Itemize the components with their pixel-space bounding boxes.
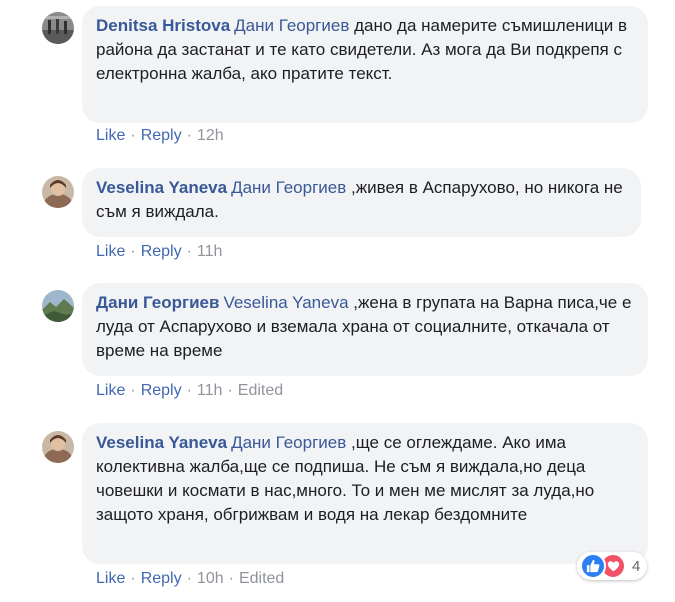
reply-button[interactable]: Reply [141,382,182,399]
timestamp[interactable]: 11h [197,382,223,399]
comment-author[interactable]: Veselina Yaneva [96,178,227,197]
like-button[interactable]: Like [96,127,125,144]
separator: · [186,382,192,399]
comment-bubble: Дани Георгиев Veselina Yaneva ,жена в гру… [82,283,648,376]
timestamp[interactable]: 11h [197,243,223,260]
separator: · [227,382,233,399]
timestamp[interactable]: 10h [197,570,224,587]
like-icon [580,553,606,579]
separator: · [186,570,192,587]
separator: · [130,127,136,144]
separator: · [186,127,192,144]
avatar[interactable] [42,176,74,208]
mention-link[interactable]: Дани Георгиев [231,178,346,197]
mention-link[interactable]: Дани Георгиев [234,16,349,35]
separator: · [130,570,136,587]
separator: · [130,382,136,399]
mention-link[interactable]: Veselina Yaneva [223,293,348,312]
separator: · [130,243,136,260]
edited-label[interactable]: Edited [238,382,283,399]
like-button[interactable]: Like [96,570,125,587]
edited-label[interactable]: Edited [239,570,284,587]
comment-bubble: Veselina Yaneva Дани Георгиев ,ще се огле… [82,423,648,564]
comment-bubble: Veselina Yaneva Дани Георгиев ,живея в Ас… [82,168,641,237]
comment-actions: Like · Reply · 12h [96,126,224,146]
comment-actions: Like · Reply · 11h · Edited [96,381,283,401]
avatar[interactable] [42,290,74,322]
separator: · [228,570,234,587]
like-button[interactable]: Like [96,382,125,399]
comment-bubble: Denitsa Hristova Дани Георгиев дано да на… [82,6,648,123]
reaction-count: 4 [632,557,641,575]
mention-link[interactable]: Дани Георгиев [231,433,346,452]
reply-button[interactable]: Reply [141,570,182,587]
avatar[interactable] [42,431,74,463]
reply-button[interactable]: Reply [141,127,182,144]
like-button[interactable]: Like [96,243,125,260]
avatar[interactable] [42,12,74,44]
separator: · [186,243,192,260]
reactions-summary[interactable]: 4 [577,552,647,580]
comment-author[interactable]: Denitsa Hristova [96,16,230,35]
comment-author[interactable]: Veselina Yaneva [96,433,227,452]
comment-author[interactable]: Дани Георгиев [96,293,219,312]
timestamp[interactable]: 12h [197,127,224,144]
comment-actions: Like · Reply · 10h · Edited [96,569,284,589]
reply-button[interactable]: Reply [141,243,182,260]
comment-actions: Like · Reply · 11h [96,242,222,262]
